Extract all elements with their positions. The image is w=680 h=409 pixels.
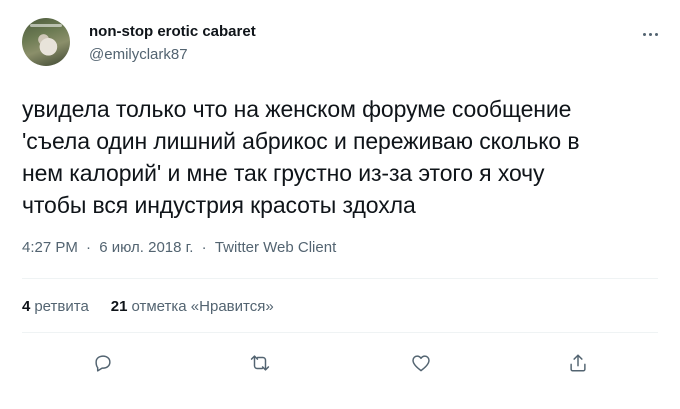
likes-label: отметка «Нравится»	[131, 298, 274, 315]
tweet-meta: 4:27 PM · 6 июл. 2018 г. · Twitter Web C…	[22, 239, 336, 256]
like-icon[interactable]	[406, 348, 436, 378]
author-handle[interactable]: @emilyclark87	[89, 46, 188, 63]
likes-count: 21	[110, 298, 128, 315]
retweets-count: 4	[22, 298, 31, 315]
share-icon[interactable]	[563, 348, 593, 378]
meta-separator: ·	[86, 239, 92, 256]
retweets-stat[interactable]: 4 ретвита	[22, 298, 89, 315]
avatar[interactable]	[22, 18, 70, 66]
tweet-text-line: увидела только что на женском форуме соо…	[22, 96, 572, 122]
reply-icon[interactable]	[88, 348, 118, 378]
tweet-text: увидела только что на женском форуме соо…	[22, 93, 662, 221]
likes-stat[interactable]: 21 отметка «Нравится»	[111, 298, 274, 315]
divider	[22, 332, 658, 333]
tweet-date[interactable]: 6 июл. 2018 г.	[99, 239, 193, 256]
tweet-text-line: 'съела один лишний абрикос и переживаю с…	[22, 128, 580, 154]
tweet-card: non-stop erotic cabaret @emilyclark87 ув…	[0, 0, 680, 409]
author-display-name[interactable]: non-stop erotic cabaret	[89, 23, 256, 40]
meta-separator: ·	[201, 239, 207, 256]
tweet-stats: 4 ретвита 21 отметка «Нравится»	[22, 298, 274, 315]
tweet-text-line: чтобы вся индустрия красоты здохла	[22, 192, 416, 218]
retweet-icon[interactable]	[245, 348, 275, 378]
more-options-icon[interactable]	[636, 24, 664, 44]
tweet-text-line: нем калорий' и мне так грустно из-за это…	[22, 160, 545, 186]
tweet-source[interactable]: Twitter Web Client	[215, 239, 336, 256]
tweet-time[interactable]: 4:27 PM	[22, 239, 78, 256]
retweets-label: ретвита	[34, 298, 89, 315]
action-bar	[0, 348, 680, 378]
divider	[22, 278, 658, 279]
